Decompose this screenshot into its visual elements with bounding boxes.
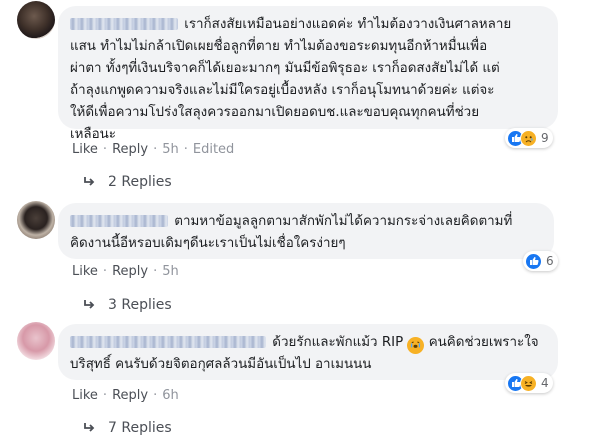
commenter-avatar[interactable] (17, 322, 55, 360)
like-link[interactable]: Like (72, 142, 98, 157)
reaction-count: 4 (541, 376, 549, 390)
view-replies-link[interactable]: 7 Replies (82, 419, 172, 437)
comment-bubble: ตามหาข้อมูลลูกตามาสักพักไม่ได้ความกระจ่า… (58, 203, 554, 259)
comment-line: ให้ดีเพื่อความโปร่งใสลุงควรออกมาเปิดยอดบ… (70, 105, 480, 120)
comment-bubble: เราก็สงสัยเหมือนอย่างแอดค่ะ ทำไมต้องวางเ… (58, 6, 558, 142)
commenter-avatar[interactable] (17, 201, 55, 239)
comment-line: บริสุทธิ์ คนรับด้วยจิตอกุศลล้วนมีอันเป็น… (70, 357, 372, 372)
commenter-name-blurred[interactable] (70, 215, 168, 227)
comment-actions: Like · Reply · 5h (72, 263, 179, 279)
reactions-summary[interactable]: 9 (505, 128, 553, 148)
comment-text: คนคิดช่วยเพราะใจ (428, 335, 539, 350)
separator-dot: · (183, 141, 188, 157)
comment-line: แสน ทำไมไม่กล้าเปิดเผยชื่อลูกที่ตาย ทำไม… (70, 39, 488, 54)
edited-label[interactable]: Edited (193, 142, 234, 157)
comment-line: คิดงานนี้อีหรอบเดิมๆดีนะเราเป็นไม่เชื่อใ… (70, 236, 346, 251)
comment-line: เราก็สงสัยเหมือนอย่างแอดค่ะ ทำไมต้องวางเ… (70, 14, 546, 36)
like-link[interactable]: Like (72, 264, 98, 279)
separator-dot: · (153, 141, 158, 157)
reactions-summary[interactable]: 6 (523, 251, 558, 271)
reply-arrow-icon (84, 300, 95, 309)
comment-actions: Like · Reply · 5h · Edited (72, 141, 234, 157)
reply-link[interactable]: Reply (112, 388, 148, 403)
commenter-name-blurred[interactable] (70, 18, 178, 30)
view-replies-link[interactable]: 2 Replies (82, 173, 172, 191)
comment-text: เราก็สงสัยเหมือนอย่างแอดค่ะ ทำไมต้องวางเ… (184, 17, 512, 32)
commenter-avatar[interactable] (17, 1, 55, 39)
sad-icon (520, 129, 537, 147)
commenter-name-blurred[interactable] (70, 336, 266, 348)
comment-text: ตามหาข้อมูลลูกตามาสักพักไม่ได้ความกระจ่า… (174, 214, 513, 229)
separator-dot: · (153, 387, 158, 403)
timestamp[interactable]: 5h (162, 142, 179, 157)
reaction-count: 6 (546, 254, 554, 268)
comment-line: ถ้าลุงแกพูดความจริงและไม่มีใครอยู่เบื้อง… (70, 83, 495, 98)
haha-icon (520, 374, 537, 392)
separator-dot: · (102, 141, 108, 157)
replies-count-label: 3 Replies (108, 297, 172, 313)
crying-emoji-icon (407, 337, 425, 354)
timestamp[interactable]: 6h (162, 388, 179, 403)
comment-actions: Like · Reply · 6h (72, 387, 179, 403)
reactions-summary[interactable]: 4 (505, 373, 553, 393)
like-link[interactable]: Like (72, 388, 98, 403)
comment-line: ด้วยรักและพักแม้ว RIP คนคิดช่วยเพราะใจ (70, 332, 546, 354)
comment-line: ตามหาข้อมูลลูกตามาสักพักไม่ได้ความกระจ่า… (70, 211, 542, 233)
reply-arrow-icon (84, 177, 95, 186)
like-icon (525, 252, 542, 270)
separator-dot: · (102, 387, 108, 403)
replies-count-label: 2 Replies (108, 174, 172, 190)
reply-link[interactable]: Reply (112, 264, 148, 279)
reaction-count: 9 (541, 131, 549, 145)
reply-arrow-icon (84, 423, 95, 432)
reply-link[interactable]: Reply (112, 142, 148, 157)
timestamp[interactable]: 5h (162, 264, 179, 279)
view-replies-link[interactable]: 3 Replies (82, 296, 172, 314)
separator-dot: · (153, 263, 158, 279)
comment-line: ผ่าตา ทั้งๆที่เงินบริจาคก็ได้เยอะมากๆ มั… (70, 61, 500, 76)
separator-dot: · (102, 263, 108, 279)
comment-bubble: ด้วยรักและพักแม้ว RIP คนคิดช่วยเพราะใจ บ… (58, 324, 558, 380)
comment-text: ด้วยรักและพักแม้ว RIP (272, 335, 404, 350)
replies-count-label: 7 Replies (108, 420, 172, 436)
